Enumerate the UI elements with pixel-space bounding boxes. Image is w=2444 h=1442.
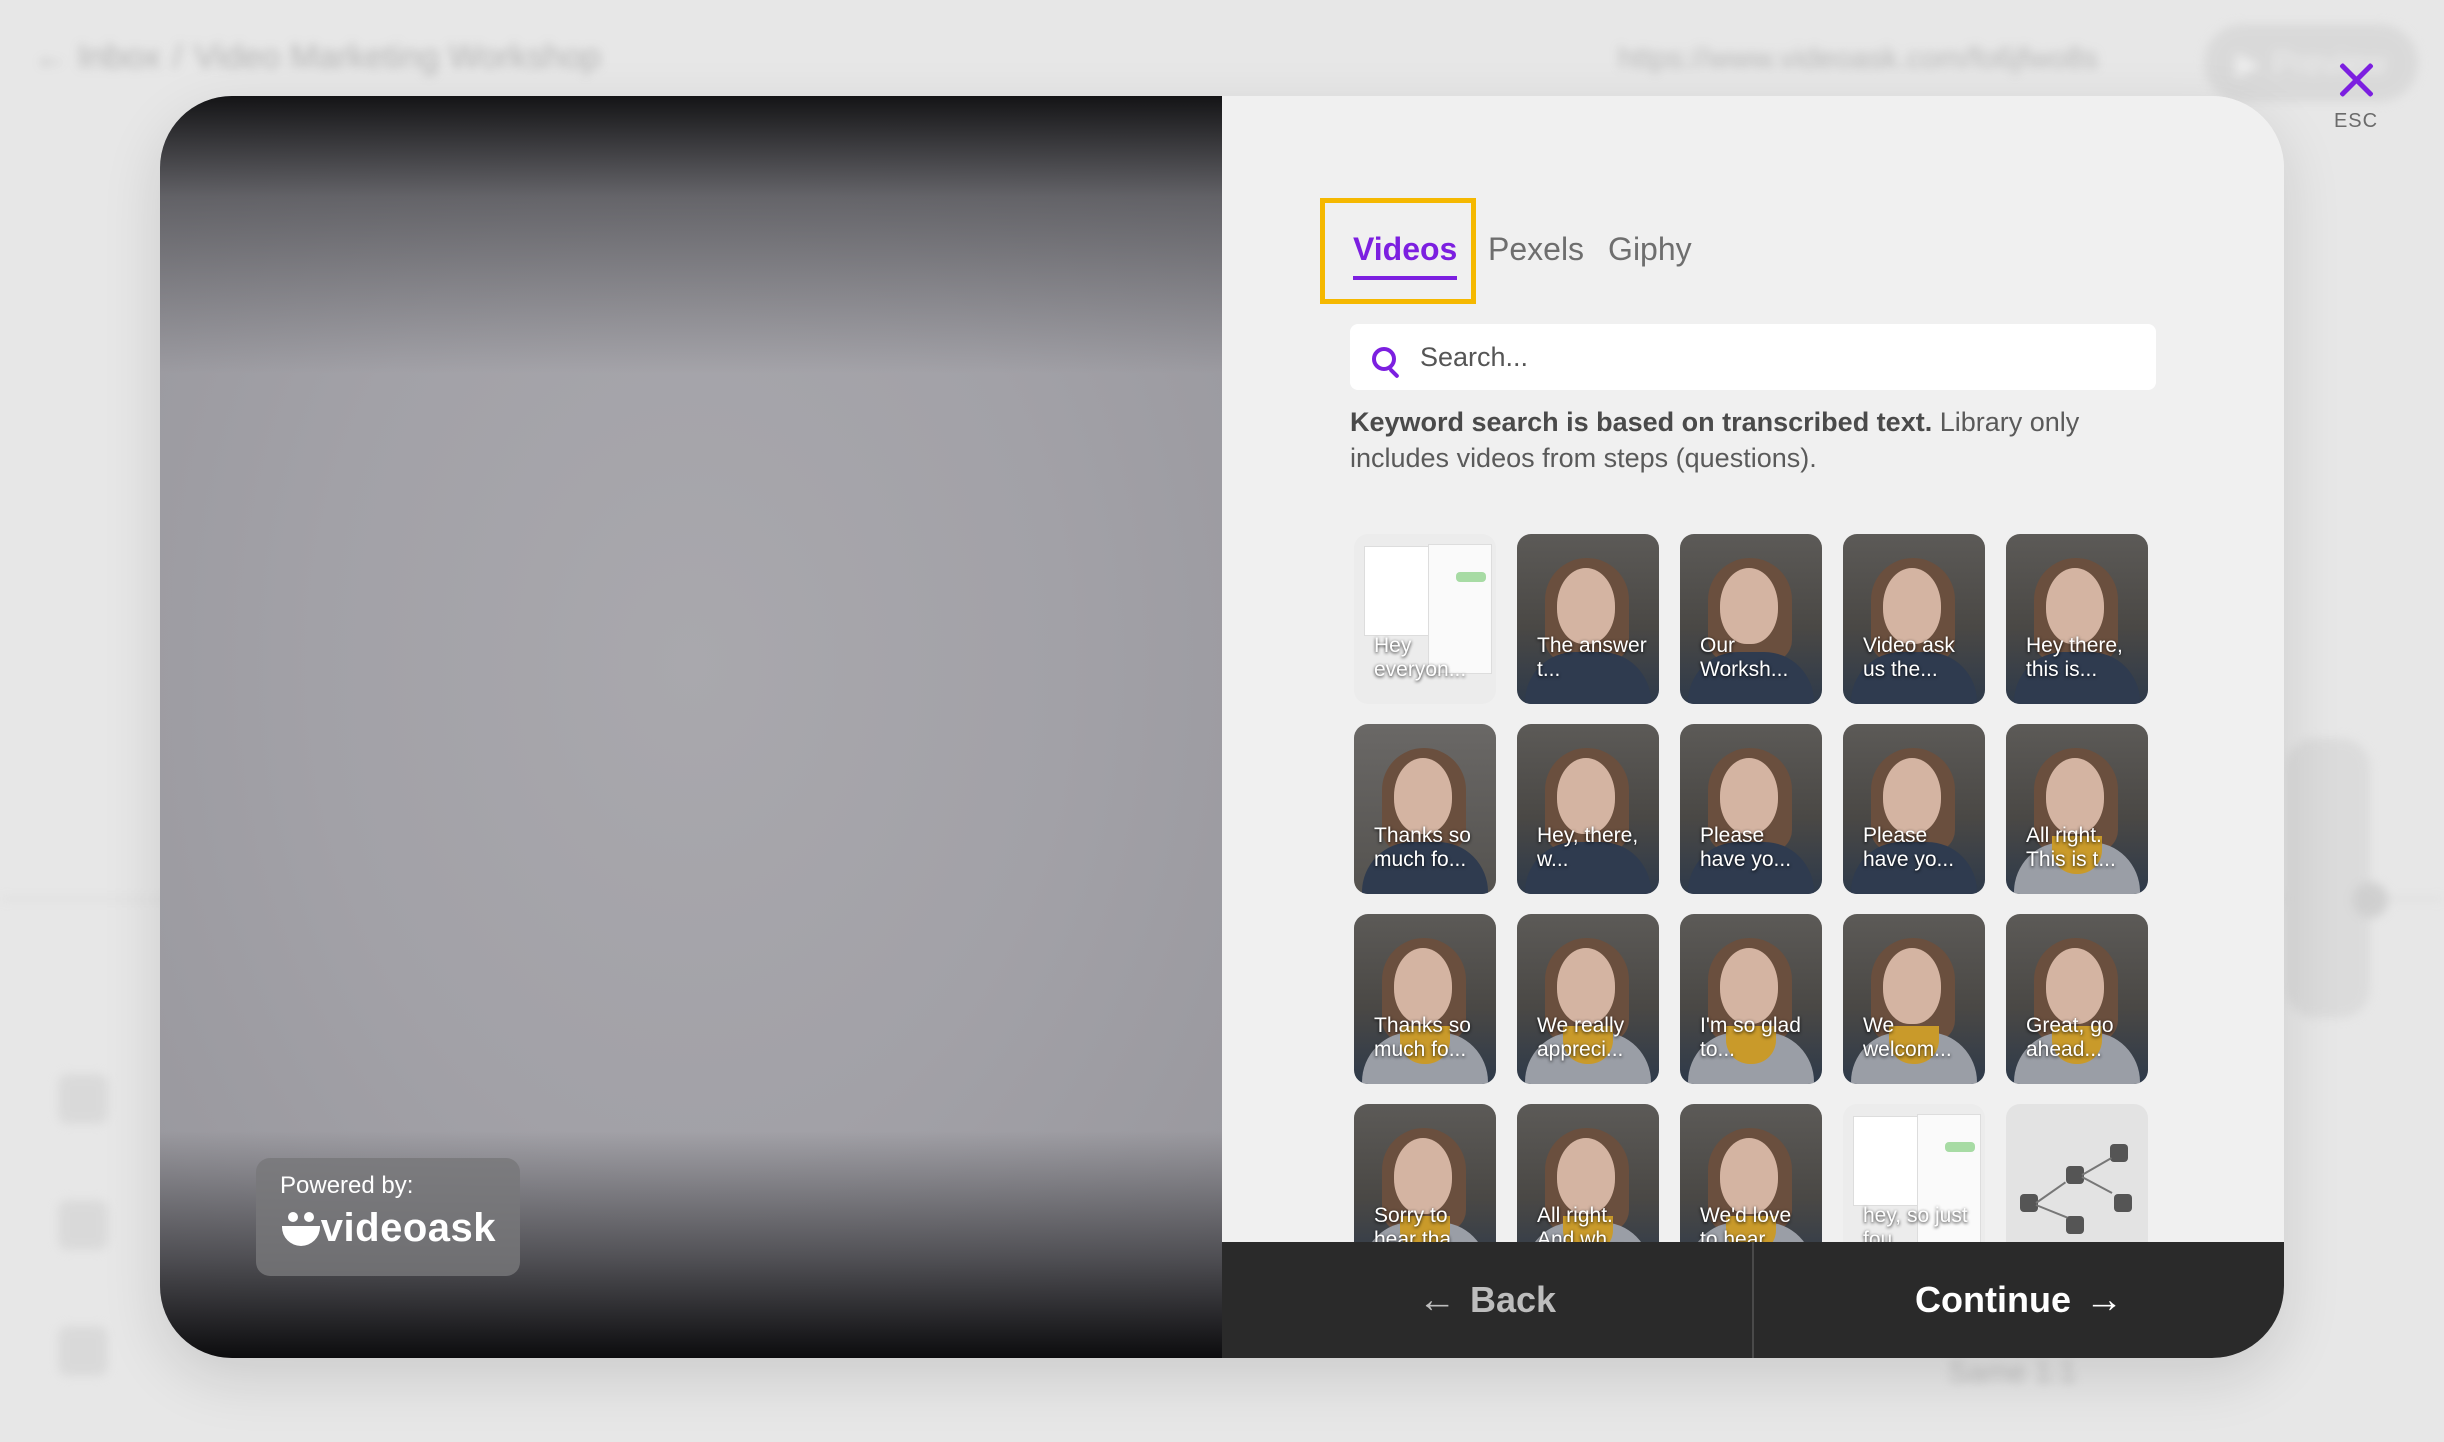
search-bar (1350, 324, 2156, 390)
video-thumbnail[interactable]: Hey there, this is... (2006, 534, 2148, 704)
brand: videoask (280, 1206, 496, 1251)
video-thumbnail[interactable]: Our Worksh... (1680, 534, 1822, 704)
video-thumbnail[interactable]: We really appreci... (1517, 914, 1659, 1084)
tab-videos[interactable]: Videos (1320, 198, 1476, 304)
library-panel: Videos Pexels Giphy Keyword search is ba… (1222, 96, 2284, 1358)
search-input[interactable] (1420, 341, 2136, 373)
video-thumbnail[interactable]: Great, go ahead... (2006, 914, 2148, 1084)
video-caption: Thanks so much fo... (1374, 1014, 1471, 1061)
video-caption: Video ask us the... (1863, 634, 1955, 681)
arrow-right-icon: → (2084, 1279, 2123, 1321)
video-caption: Great, go ahead... (2026, 1014, 2114, 1061)
video-thumbnail[interactable]: Please have yo... (1680, 724, 1822, 894)
powered-by-badge[interactable]: Powered by: videoask (256, 1158, 520, 1276)
video-caption: Hey everyon... (1374, 634, 1467, 681)
video-caption: Hey, there, w... (1537, 824, 1639, 871)
help-bold: Keyword search is based on transcribed t… (1350, 407, 1933, 437)
video-caption: Hey there, this is... (2026, 634, 2123, 681)
gear-icon (58, 1200, 108, 1250)
video-library-modal: Powered by: videoask Videos Pexels Giphy… (160, 96, 2284, 1358)
video-caption: We really appreci... (1537, 1014, 1625, 1061)
brand-name: videoask (320, 1206, 496, 1250)
source-tabs: Videos Pexels Giphy (1320, 198, 1704, 304)
video-thumbnail[interactable]: I'm so glad to... (1680, 914, 1822, 1084)
search-icon (1370, 345, 1404, 379)
breadcrumb-separator: / (172, 38, 183, 76)
breadcrumb: ← Inbox / Video Marketing Workshop (34, 38, 601, 77)
contacts-icon (58, 1074, 108, 1124)
share-url: https://www.videoask.com/fo6jfwo8s (1618, 42, 2099, 75)
video-thumbnail[interactable]: We welcom... (1843, 914, 1985, 1084)
video-thumbnail[interactable]: All right. This is t... (2006, 724, 2148, 894)
breadcrumb-title: Video Marketing Workshop (194, 38, 602, 76)
esc-label: ESC (2333, 110, 2379, 132)
video-thumbnail[interactable]: Hey, there, w... (1517, 724, 1659, 894)
video-caption: Thanks so much fo... (1374, 824, 1471, 871)
video-thumbnail[interactable]: Hey everyon... (1354, 534, 1496, 704)
video-thumbnail[interactable]: Thanks so much fo... (1354, 914, 1496, 1084)
help-icon (58, 1326, 108, 1376)
video-caption: Please have yo... (1863, 824, 1955, 871)
breadcrumb-back-link: ← Inbox (34, 38, 161, 76)
back-label: Back (1469, 1279, 1557, 1320)
video-caption: The answer t... (1537, 634, 1647, 681)
continue-label: Continue (1915, 1279, 2071, 1320)
modal-footer: ← Back Continue → (1222, 1242, 2284, 1358)
zoom-label: Same 1:1 (1948, 1356, 2077, 1389)
video-grid: Hey everyon... The answer t... Our Worksh.… (1354, 534, 2154, 1354)
tab-pexels[interactable]: Pexels (1476, 198, 1596, 304)
video-caption: Our Worksh... (1700, 634, 1789, 681)
video-caption: Please have yo... (1700, 824, 1792, 871)
video-thumbnail[interactable]: Video ask us the... (1843, 534, 1985, 704)
video-thumbnail[interactable]: Thanks so much fo... (1354, 724, 1496, 894)
video-preview: Powered by: videoask (160, 96, 1222, 1358)
zoom-controls: Same 1:1 (1948, 1356, 2076, 1390)
search-help-text: Keyword search is based on transcribed t… (1350, 404, 2170, 476)
back-button[interactable]: ← Back (1222, 1242, 1754, 1358)
close-button[interactable]: ESC (2320, 62, 2392, 144)
video-thumbnail[interactable]: The answer t... (1517, 534, 1659, 704)
video-caption: All right. This is t... (2026, 824, 2116, 871)
play-icon: ▶ (2235, 45, 2261, 81)
arrow-left-icon: ← (1417, 1279, 1456, 1321)
powered-by-label: Powered by: (280, 1172, 414, 1199)
close-icon (2338, 62, 2374, 98)
continue-button[interactable]: Continue → (1754, 1242, 2284, 1358)
video-thumbnail[interactable]: Please have yo... (1843, 724, 1985, 894)
video-caption: I'm so glad to... (1700, 1014, 1801, 1061)
tab-giphy[interactable]: Giphy (1596, 198, 1704, 304)
video-caption: We welcom... (1863, 1014, 1952, 1061)
flow-node (2286, 738, 2370, 1018)
flow-node-handle (2352, 882, 2388, 918)
videoask-logo-icon (280, 1210, 320, 1248)
